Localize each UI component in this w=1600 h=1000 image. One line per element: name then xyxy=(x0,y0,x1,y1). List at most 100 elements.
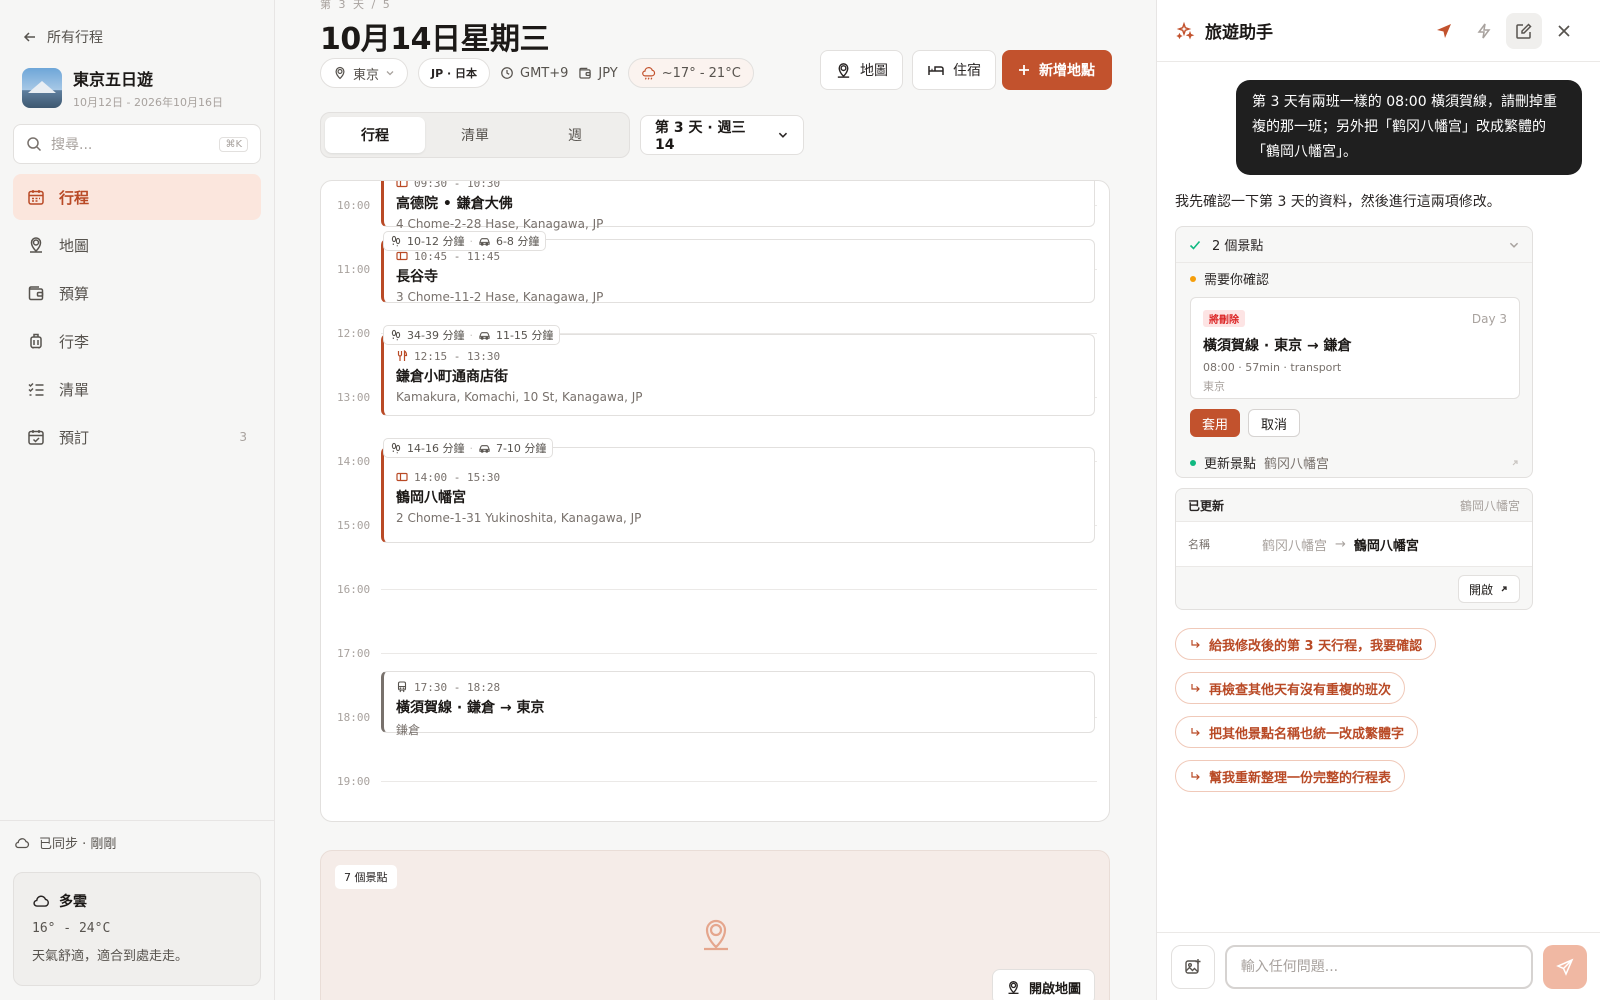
sidebar-item-itinerary[interactable]: 行程 xyxy=(13,174,261,220)
update-label: 更新景點 xyxy=(1204,457,1257,472)
search-icon xyxy=(27,137,42,152)
update-place-row[interactable]: 更新景點 鹤冈八幡宫 xyxy=(1190,453,1520,472)
external-link-icon xyxy=(1501,586,1507,592)
suggestion-list: 給我修改後的第 3 天行程，我要確認 再檢查其他天有沒有重複的班次 把其他景點名… xyxy=(1175,628,1437,804)
day-select[interactable]: 第 3 天 · 週三 14 xyxy=(640,115,804,155)
lodging-button[interactable]: 住宿 xyxy=(912,50,996,90)
sidebar-item-label: 預訂 xyxy=(59,428,90,447)
day-timeline[interactable]: 10:00 11:00 12:00 13:00 14:00 15:00 16:0… xyxy=(320,180,1110,822)
separator-dot: · xyxy=(469,441,473,455)
hour-line xyxy=(381,781,1097,782)
tab-week[interactable]: 週 xyxy=(525,117,625,153)
sidebar-item-map[interactable]: 地圖 xyxy=(13,222,261,268)
new-chat-button[interactable] xyxy=(1506,12,1542,49)
chevron-down-icon xyxy=(778,132,788,138)
sidebar-item-checklist[interactable]: 清單 xyxy=(13,366,261,412)
map-preview[interactable]: 7 個景點 開啟地圖 xyxy=(320,850,1110,1000)
calendar-icon xyxy=(28,190,44,205)
tab-itinerary[interactable]: 行程 xyxy=(325,117,425,153)
sidebar-item-bookings[interactable]: 預訂 3 xyxy=(13,414,261,460)
updated-result-card: 已更新 鶴岡八幡宮 名稱 鹤冈八幡宫 → 鶴岡八幡宮 開啟 xyxy=(1175,488,1533,610)
footsteps-icon xyxy=(391,329,401,341)
update-value: 鹤冈八幡宫 xyxy=(1264,457,1330,472)
sidebar-item-luggage[interactable]: 行李 xyxy=(13,318,261,364)
open-label: 開啟 xyxy=(1468,582,1493,597)
country-badge: JP · 日本 xyxy=(418,58,491,88)
event-time-label: 12:15 - 13:30 xyxy=(414,349,501,363)
assistant-panel: 旅遊助手 第 3 天有兩班一樣的 08:00 橫須賀線，請刪掉重複的那一班；另外… xyxy=(1156,0,1600,1000)
hour-line xyxy=(381,589,1097,590)
event-address: Kamakura, Komachi, 10 St, Kanagawa, JP xyxy=(396,390,643,404)
send-button[interactable] xyxy=(1543,944,1587,989)
diff-new-value: 鶴岡八幡宮 xyxy=(1353,538,1419,554)
map-pin-icon xyxy=(30,237,42,253)
footsteps-icon xyxy=(391,442,401,454)
chat-input[interactable] xyxy=(1224,944,1534,989)
hour-row: 19:00 xyxy=(321,775,1109,788)
separator-dot: · xyxy=(469,328,473,342)
suggestion-label: 給我修改後的第 3 天行程，我要確認 xyxy=(1209,638,1423,654)
suggestion-chip[interactable]: 給我修改後的第 3 天行程，我要確認 xyxy=(1175,628,1437,660)
timeline-event[interactable]: 17:30 - 18:28 橫須賀線 · 鎌倉 → 東京 鎌倉 xyxy=(381,671,1095,737)
event-name: 橫須賀線 · 鎌倉 → 東京 xyxy=(396,700,545,716)
delete-item-meta: 08:00 · 57min · transport xyxy=(1203,361,1342,374)
search-placeholder: 搜尋... xyxy=(51,137,93,153)
travel-time-chip: 34-39 分鐘 · 11-15 分鐘 xyxy=(383,325,561,345)
sync-status: 已同步 · 剛剛 xyxy=(0,820,275,864)
pending-dot xyxy=(1190,275,1196,282)
open-map-label: 開啟地圖 xyxy=(1028,981,1081,997)
event-time-label: 17:30 - 18:28 xyxy=(414,680,501,694)
ticket-icon xyxy=(396,472,408,482)
cancel-button[interactable]: 取消 xyxy=(1248,409,1301,437)
quick-actions-button[interactable] xyxy=(1466,13,1502,49)
hour-line xyxy=(381,653,1097,654)
luggage-icon xyxy=(30,333,42,349)
places-count-badge: 7 個景點 xyxy=(335,865,397,889)
weather-card: 多雲 16° - 24°C 天氣舒適，適合到處走走。 xyxy=(13,872,261,986)
sidebar-item-label: 行李 xyxy=(59,332,90,351)
diff-old-value: 鹤冈八幡宫 xyxy=(1262,538,1328,554)
trip-dates: 10月12日 - 2026年10月16日 xyxy=(73,96,223,109)
open-place-button[interactable]: 開啟 xyxy=(1457,575,1520,603)
timeline-event[interactable]: 12:15 - 13:30 鎌倉小町通商店街 Kamakura, Komachi… xyxy=(381,334,1095,416)
lightning-icon xyxy=(1477,23,1491,38)
tab-list[interactable]: 清單 xyxy=(425,117,525,153)
suggestion-chip[interactable]: 再檢查其他天有沒有重複的班次 xyxy=(1175,672,1406,704)
back-to-all-trips[interactable]: 所有行程 xyxy=(22,27,103,47)
add-place-button[interactable]: 新增地點 xyxy=(1002,50,1112,90)
map-button[interactable]: 地圖 xyxy=(820,50,903,90)
sidebar-nav: 行程 地圖 預算 行李 清單 預訂 3 xyxy=(13,174,261,462)
navigate-button[interactable] xyxy=(1426,13,1462,49)
city-select[interactable]: 東京 xyxy=(320,58,409,88)
close-button[interactable] xyxy=(1546,13,1582,49)
map-button-label: 地圖 xyxy=(860,63,888,79)
timeline-event[interactable]: 14:00 - 15:30 鶴岡八幡宮 2 Chome-1-31 Yukinos… xyxy=(381,447,1095,543)
event-time: 10:45 - 11:45 xyxy=(396,249,1082,263)
hour-label: 11:00 xyxy=(337,263,371,276)
assistant-header: 旅遊助手 xyxy=(1157,0,1600,62)
confirm-title: 需要你確認 xyxy=(1204,273,1270,288)
back-label: 所有行程 xyxy=(47,30,103,46)
event-name: 鎌倉小町通商店街 xyxy=(396,369,508,385)
sidebar-item-budget[interactable]: 預算 xyxy=(13,270,261,316)
checklist-icon xyxy=(28,382,44,396)
delete-badge: 將刪除 xyxy=(1203,310,1245,327)
suggestion-chip[interactable]: 幫我重新整理一份完整的行程表 xyxy=(1175,760,1406,792)
event-time: 12:15 - 13:30 xyxy=(396,349,1082,363)
car-icon xyxy=(479,238,490,246)
tool-summary-toggle[interactable]: 2 個景點 xyxy=(1176,227,1532,263)
reply-arrow-icon xyxy=(1191,684,1200,692)
currency-label: JPY xyxy=(598,65,618,81)
event-name: 高德院 • 鎌倉大佛 xyxy=(396,196,513,212)
apply-button[interactable]: 套用 xyxy=(1190,409,1241,437)
attach-image-button[interactable] xyxy=(1171,944,1215,989)
bed-icon xyxy=(928,66,944,75)
timeline-event[interactable]: 09:30 - 10:30 高德院 • 鎌倉大佛 4 Chome-2-28 Ha… xyxy=(381,181,1095,231)
sidebar-search[interactable]: 搜尋... ⌘K xyxy=(13,124,261,164)
weather-range: 16° - 24°C xyxy=(32,921,111,936)
city-label: 東京 xyxy=(353,67,380,83)
suggestion-chip[interactable]: 把其他景點名稱也統一改成繁體字 xyxy=(1175,716,1419,748)
confirm-actions: 套用 取消 xyxy=(1190,409,1301,437)
event-name: 鶴岡八幡宮 xyxy=(396,490,466,506)
open-map-button[interactable]: 開啟地圖 xyxy=(991,969,1095,1000)
